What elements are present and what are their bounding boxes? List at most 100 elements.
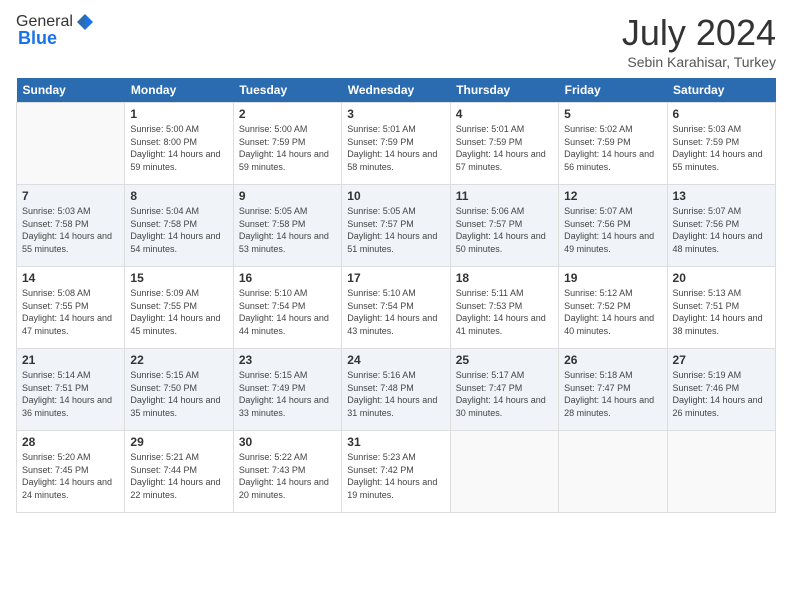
- day-number: 22: [130, 353, 227, 367]
- day-info: Sunrise: 5:18 AMSunset: 7:47 PMDaylight:…: [564, 369, 661, 419]
- calendar-cell: 15Sunrise: 5:09 AMSunset: 7:55 PMDayligh…: [125, 267, 233, 349]
- day-number: 23: [239, 353, 336, 367]
- day-number: 17: [347, 271, 444, 285]
- day-header-friday: Friday: [559, 78, 667, 103]
- calendar-cell: 12 Sunrise: 5:07 AMSunset: 7:56 PMDayligh…: [559, 185, 667, 267]
- day-number: 20: [673, 271, 770, 285]
- day-info: Sunrise: 5:14 AMSunset: 7:51 PMDaylight:…: [22, 369, 119, 419]
- calendar-cell: 9 Sunrise: 5:05 AMSunset: 7:58 PMDaylight…: [233, 185, 341, 267]
- day-info: Sunrise: 5:01 AMSunset: 7:59 PMDaylight:…: [456, 123, 553, 173]
- calendar-header-row: SundayMondayTuesdayWednesdayThursdayFrid…: [17, 78, 776, 103]
- day-number: 8: [130, 189, 227, 203]
- day-number: 16: [239, 271, 336, 285]
- calendar-cell: [450, 431, 558, 513]
- day-info: Sunrise: 5:10 AMSunset: 7:54 PMDaylight:…: [239, 287, 336, 337]
- logo: General Blue: [16, 12, 95, 49]
- calendar-cell: 8 Sunrise: 5:04 AMSunset: 7:58 PMDaylight…: [125, 185, 233, 267]
- day-header-wednesday: Wednesday: [342, 78, 450, 103]
- page-container: General Blue July 2024 Sebin Karahisar, …: [0, 0, 792, 521]
- day-number: 15: [130, 271, 227, 285]
- day-number: 25: [456, 353, 553, 367]
- month-title: July 2024: [622, 12, 776, 54]
- day-number: 24: [347, 353, 444, 367]
- day-number: 6: [673, 107, 770, 121]
- day-info: Sunrise: 5:01 AMSunset: 7:59 PMDaylight:…: [347, 123, 444, 173]
- calendar-week-row: 1 Sunrise: 5:00 AMSunset: 8:00 PMDaylight…: [17, 103, 776, 185]
- day-info: Sunrise: 5:03 AMSunset: 7:58 PMDaylight:…: [22, 205, 119, 255]
- day-header-sunday: Sunday: [17, 78, 125, 103]
- day-number: 3: [347, 107, 444, 121]
- calendar-cell: [667, 431, 775, 513]
- calendar-cell: [17, 103, 125, 185]
- day-number: 18: [456, 271, 553, 285]
- title-block: July 2024 Sebin Karahisar, Turkey: [622, 12, 776, 70]
- day-info: Sunrise: 5:15 AMSunset: 7:49 PMDaylight:…: [239, 369, 336, 419]
- calendar-cell: 18 Sunrise: 5:11 AMSunset: 7:53 PMDayligh…: [450, 267, 558, 349]
- day-info: Sunrise: 5:13 AMSunset: 7:51 PMDaylight:…: [673, 287, 770, 337]
- calendar-cell: 24Sunrise: 5:16 AMSunset: 7:48 PMDayligh…: [342, 349, 450, 431]
- day-number: 14: [22, 271, 119, 285]
- day-number: 11: [456, 189, 553, 203]
- calendar-cell: 1 Sunrise: 5:00 AMSunset: 8:00 PMDaylight…: [125, 103, 233, 185]
- day-number: 31: [347, 435, 444, 449]
- day-info: Sunrise: 5:23 AMSunset: 7:42 PMDaylight:…: [347, 451, 444, 501]
- calendar-cell: 29 Sunrise: 5:21 AMSunset: 7:44 PMDayligh…: [125, 431, 233, 513]
- calendar-cell: 30 Sunrise: 5:22 AMSunset: 7:43 PMDayligh…: [233, 431, 341, 513]
- calendar-week-row: 21Sunrise: 5:14 AMSunset: 7:51 PMDayligh…: [17, 349, 776, 431]
- calendar-cell: 21Sunrise: 5:14 AMSunset: 7:51 PMDayligh…: [17, 349, 125, 431]
- day-info: Sunrise: 5:00 AMSunset: 8:00 PMDaylight:…: [130, 123, 227, 173]
- calendar-cell: 6Sunrise: 5:03 AMSunset: 7:59 PMDaylight…: [667, 103, 775, 185]
- calendar-cell: 4 Sunrise: 5:01 AMSunset: 7:59 PMDaylight…: [450, 103, 558, 185]
- day-info: Sunrise: 5:05 AMSunset: 7:58 PMDaylight:…: [239, 205, 336, 255]
- logo-icon: [75, 12, 95, 32]
- day-number: 7: [22, 189, 119, 203]
- calendar-table: SundayMondayTuesdayWednesdayThursdayFrid…: [16, 78, 776, 513]
- calendar-cell: 7 Sunrise: 5:03 AMSunset: 7:58 PMDaylight…: [17, 185, 125, 267]
- calendar-cell: 3 Sunrise: 5:01 AMSunset: 7:59 PMDaylight…: [342, 103, 450, 185]
- day-info: Sunrise: 5:11 AMSunset: 7:53 PMDaylight:…: [456, 287, 553, 337]
- day-number: 1: [130, 107, 227, 121]
- day-number: 29: [130, 435, 227, 449]
- calendar-cell: 13Sunrise: 5:07 AMSunset: 7:56 PMDayligh…: [667, 185, 775, 267]
- day-number: 10: [347, 189, 444, 203]
- header: General Blue July 2024 Sebin Karahisar, …: [16, 12, 776, 70]
- calendar-cell: 22 Sunrise: 5:15 AMSunset: 7:50 PMDayligh…: [125, 349, 233, 431]
- day-info: Sunrise: 5:22 AMSunset: 7:43 PMDaylight:…: [239, 451, 336, 501]
- day-number: 9: [239, 189, 336, 203]
- day-info: Sunrise: 5:04 AMSunset: 7:58 PMDaylight:…: [130, 205, 227, 255]
- day-info: Sunrise: 5:15 AMSunset: 7:50 PMDaylight:…: [130, 369, 227, 419]
- day-number: 28: [22, 435, 119, 449]
- day-info: Sunrise: 5:00 AMSunset: 7:59 PMDaylight:…: [239, 123, 336, 173]
- calendar-week-row: 14Sunrise: 5:08 AMSunset: 7:55 PMDayligh…: [17, 267, 776, 349]
- day-info: Sunrise: 5:12 AMSunset: 7:52 PMDaylight:…: [564, 287, 661, 337]
- calendar-cell: 19 Sunrise: 5:12 AMSunset: 7:52 PMDayligh…: [559, 267, 667, 349]
- day-info: Sunrise: 5:06 AMSunset: 7:57 PMDaylight:…: [456, 205, 553, 255]
- day-info: Sunrise: 5:19 AMSunset: 7:46 PMDaylight:…: [673, 369, 770, 419]
- day-header-thursday: Thursday: [450, 78, 558, 103]
- day-info: Sunrise: 5:20 AMSunset: 7:45 PMDaylight:…: [22, 451, 119, 501]
- day-number: 12: [564, 189, 661, 203]
- location-subtitle: Sebin Karahisar, Turkey: [622, 54, 776, 70]
- calendar-cell: 16 Sunrise: 5:10 AMSunset: 7:54 PMDayligh…: [233, 267, 341, 349]
- calendar-cell: 10Sunrise: 5:05 AMSunset: 7:57 PMDayligh…: [342, 185, 450, 267]
- day-number: 30: [239, 435, 336, 449]
- day-header-tuesday: Tuesday: [233, 78, 341, 103]
- day-number: 26: [564, 353, 661, 367]
- calendar-cell: 28 Sunrise: 5:20 AMSunset: 7:45 PMDayligh…: [17, 431, 125, 513]
- calendar-cell: 23 Sunrise: 5:15 AMSunset: 7:49 PMDayligh…: [233, 349, 341, 431]
- day-number: 5: [564, 107, 661, 121]
- day-info: Sunrise: 5:17 AMSunset: 7:47 PMDaylight:…: [456, 369, 553, 419]
- day-number: 19: [564, 271, 661, 285]
- calendar-cell: [559, 431, 667, 513]
- calendar-cell: 11 Sunrise: 5:06 AMSunset: 7:57 PMDayligh…: [450, 185, 558, 267]
- day-number: 4: [456, 107, 553, 121]
- calendar-cell: 31 Sunrise: 5:23 AMSunset: 7:42 PMDayligh…: [342, 431, 450, 513]
- calendar-week-row: 28 Sunrise: 5:20 AMSunset: 7:45 PMDayligh…: [17, 431, 776, 513]
- day-number: 13: [673, 189, 770, 203]
- calendar-cell: 2Sunrise: 5:00 AMSunset: 7:59 PMDaylight…: [233, 103, 341, 185]
- day-info: Sunrise: 5:07 AMSunset: 7:56 PMDaylight:…: [564, 205, 661, 255]
- logo-blue-text: Blue: [18, 28, 57, 49]
- calendar-cell: 25 Sunrise: 5:17 AMSunset: 7:47 PMDayligh…: [450, 349, 558, 431]
- calendar-cell: 17Sunrise: 5:10 AMSunset: 7:54 PMDayligh…: [342, 267, 450, 349]
- day-info: Sunrise: 5:21 AMSunset: 7:44 PMDaylight:…: [130, 451, 227, 501]
